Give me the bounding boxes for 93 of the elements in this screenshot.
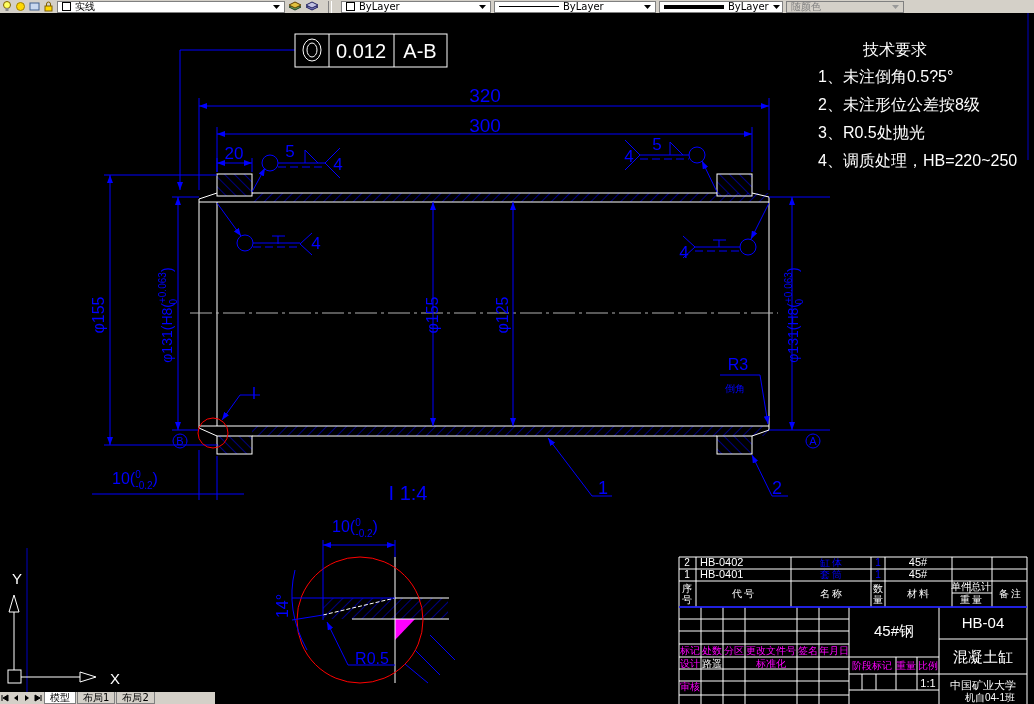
material-name: 45#钢 bbox=[874, 622, 914, 639]
x-axis-label: X bbox=[110, 670, 120, 687]
weld-length-label: 4 bbox=[333, 155, 343, 174]
part-number: 1 bbox=[598, 478, 608, 498]
dimension-text: 14° bbox=[274, 593, 291, 619]
class-name: 机自04-1班 bbox=[965, 692, 1015, 703]
weld-length-label: 4 bbox=[624, 147, 634, 166]
parts-list-header: 单件 bbox=[951, 581, 971, 592]
title-block-label: 标记 bbox=[680, 645, 700, 656]
requirement-item: 4、调质处理，HB=220~250 bbox=[818, 152, 1018, 169]
lock-icon[interactable] bbox=[43, 1, 54, 12]
datum-label: B bbox=[176, 435, 184, 447]
dimension-text: 10($^{0}$ $_{-0.2}$) bbox=[332, 517, 378, 539]
dimension-text: R0.5 bbox=[355, 650, 389, 667]
parts-list-cell: HB-0402 bbox=[700, 556, 744, 568]
school-name: 中国矿业大学 bbox=[950, 679, 1016, 691]
dimension-text: 20 bbox=[224, 144, 244, 163]
title-block-label: 重量 bbox=[896, 660, 916, 671]
tolerance-value: 0.012 bbox=[335, 40, 387, 62]
layout-tab[interactable]: 模型 bbox=[44, 692, 76, 704]
parts-list-header: 重 量 bbox=[959, 594, 983, 605]
parts-list-header: 备 注 bbox=[998, 588, 1022, 599]
dimension-text: 倒角 bbox=[725, 383, 745, 394]
caret-icon bbox=[273, 4, 280, 9]
layer-dropdown[interactable]: 实线 bbox=[57, 0, 285, 13]
weld-length-label: 4 bbox=[679, 243, 689, 262]
layout-tab[interactable]: 布局2 bbox=[116, 692, 155, 704]
lineweight-dropdown[interactable]: ByLayer bbox=[659, 0, 783, 13]
title-block-label: 审核 bbox=[680, 681, 700, 692]
layers-icon[interactable] bbox=[29, 1, 40, 12]
title-block-label: 分区 bbox=[724, 645, 744, 656]
designer-name: 路遥 bbox=[702, 658, 722, 669]
layer-stack-icon[interactable] bbox=[305, 1, 319, 12]
parts-list-cell: 1 bbox=[875, 557, 881, 568]
detail-marker: I bbox=[251, 385, 257, 402]
caret-icon bbox=[892, 4, 899, 9]
color-dropdown[interactable]: ByLayer bbox=[341, 0, 491, 13]
parts-list-header: 序号 bbox=[682, 583, 692, 605]
y-axis-label: Y bbox=[12, 570, 22, 587]
dimension-text: φ125 bbox=[494, 296, 511, 334]
title-block-label: 设计 bbox=[680, 658, 700, 669]
datum-label: A bbox=[809, 435, 817, 447]
parts-list-cell: 1 bbox=[875, 569, 881, 580]
dimension-text: φ155 bbox=[424, 296, 441, 334]
parts-list-header: 材 料 bbox=[906, 588, 930, 599]
weld-size-label: 5 bbox=[285, 142, 295, 161]
weld-size-label: 5 bbox=[652, 135, 662, 154]
requirement-item: 2、未注形位公差按8级 bbox=[818, 96, 980, 113]
dimension-text: R3 bbox=[727, 356, 749, 373]
parts-list-cell: 套 筒 bbox=[819, 569, 843, 580]
parts-list-header: 数量 bbox=[873, 583, 883, 605]
title-block-label: 比例 bbox=[918, 660, 938, 671]
part-number: 2 bbox=[772, 478, 782, 498]
parts-list-cell: HB-0401 bbox=[700, 568, 744, 580]
parts-list-cell: 45# bbox=[908, 568, 928, 580]
layout-tab[interactable]: 布局1 bbox=[77, 692, 116, 704]
lightbulb-icon[interactable] bbox=[2, 1, 12, 12]
scale-value: 1:1 bbox=[920, 677, 936, 689]
parts-list-header: 名 称 bbox=[819, 588, 843, 599]
caret-icon bbox=[644, 4, 651, 9]
title-block-label: 年月日 bbox=[819, 645, 849, 656]
drawing-number: HB-04 bbox=[961, 614, 1005, 631]
concentricity-icon bbox=[302, 38, 322, 62]
title-block-label: 签名 bbox=[798, 645, 818, 656]
parts-list-header: 代 号 bbox=[731, 588, 755, 599]
dimension-text: 320 bbox=[469, 85, 501, 106]
parts-list-cell: 45# bbox=[908, 556, 928, 568]
title-block-label: 更改文件号 bbox=[746, 645, 796, 656]
ucs-axes-icon bbox=[7, 594, 97, 684]
dimension-text: 300 bbox=[469, 115, 501, 136]
first-tab-icon[interactable] bbox=[0, 693, 10, 703]
title-block-label: 处数 bbox=[702, 645, 722, 656]
linetype-dropdown[interactable]: ByLayer bbox=[494, 0, 656, 13]
requirement-item: 1、未注倒角0.5?5° bbox=[818, 68, 954, 85]
datum-reference: A-B bbox=[403, 40, 437, 62]
title-block-label: 阶段标记 bbox=[852, 660, 892, 671]
title-block-label: 标准化 bbox=[756, 658, 786, 669]
parts-list-cell: 缸 体 bbox=[819, 557, 843, 568]
layer-stack-icon[interactable] bbox=[288, 1, 302, 12]
parts-list-cell: 2 bbox=[684, 557, 690, 568]
detail-view-title: I 1:4 bbox=[388, 482, 428, 504]
requirement-item: 3、R0.5处抛光 bbox=[818, 124, 925, 141]
parts-list-cell: 1 bbox=[684, 569, 690, 580]
dimension-text: φ155 bbox=[90, 296, 107, 334]
last-tab-icon[interactable] bbox=[33, 693, 43, 703]
caret-icon bbox=[772, 4, 780, 9]
weld-length-label: 4 bbox=[311, 234, 321, 253]
dimension-text: 10($^{0}$ $_{-0.2}$) bbox=[112, 469, 158, 491]
parts-list-header: 总计 bbox=[971, 581, 991, 592]
requirements-title: 技术要求 bbox=[863, 41, 927, 58]
part-name: 混凝土缸 bbox=[953, 648, 1013, 665]
caret-icon bbox=[479, 4, 486, 9]
detail-circle bbox=[197, 417, 229, 449]
